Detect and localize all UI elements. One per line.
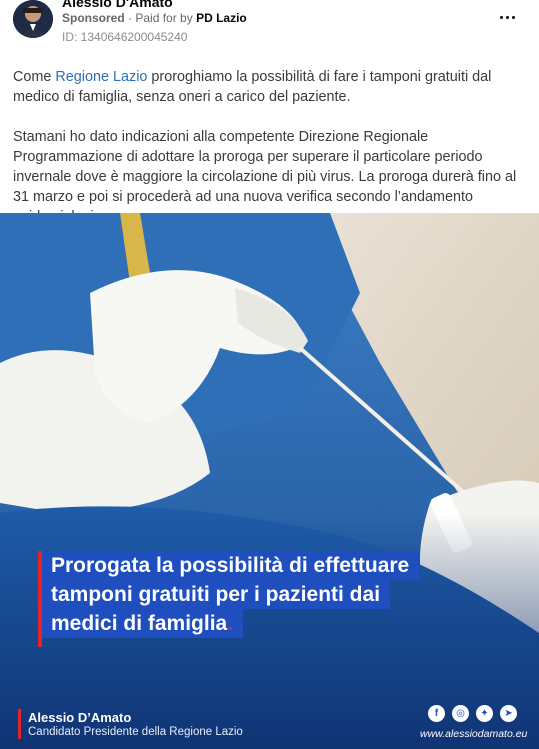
sponsored-label: Sponsored: [62, 11, 125, 25]
footer-accent-bar: [18, 709, 21, 739]
regione-lazio-link[interactable]: Regione Lazio: [55, 69, 147, 85]
creative-footer-name: Alessio D’Amato: [28, 710, 132, 725]
more-dot-icon: [499, 15, 503, 19]
headline-line-1: Prorogata la possibilità di effettuare: [38, 551, 420, 580]
social-icons: f ◎ ✦ ➤: [428, 705, 517, 722]
headline-line-2: tamponi gratuiti per i pazienti dai: [38, 580, 391, 609]
swab-test-photo: [0, 213, 539, 749]
author-name[interactable]: Alessio D'Amato: [62, 0, 173, 10]
website-url: www.alessiodamato.eu: [420, 728, 528, 740]
ad-id: ID: 1340646200045240: [62, 30, 188, 44]
post-paragraph-2: Stamani ho dato indicazioni alla compete…: [13, 129, 517, 225]
author-avatar[interactable]: [13, 0, 53, 38]
post-paragraph-1: Come Regione Lazio proroghiamo la possib…: [13, 69, 492, 105]
paid-for-by-link[interactable]: PD Lazio: [196, 11, 247, 25]
instagram-icon: ◎: [452, 705, 469, 722]
sponsored-post-card: Alessio D'Amato Sponsored · Paid for by …: [0, 0, 539, 749]
ad-creative-image[interactable]: Prorogata la possibilità di effettuare t…: [0, 213, 539, 749]
facebook-icon: f: [428, 705, 445, 722]
meta-separator: ·: [128, 11, 133, 25]
creative-footer-role: Candidato Presidente della Regione Lazio: [28, 726, 243, 738]
creative-headline: Prorogata la possibilità di effettuare t…: [38, 551, 498, 647]
sponsored-meta: Sponsored · Paid for by PD Lazio: [62, 11, 247, 25]
more-options-button[interactable]: [493, 6, 521, 28]
twitter-icon: ✦: [476, 705, 493, 722]
headline-accent-bar: [38, 551, 42, 647]
telegram-icon: ➤: [500, 705, 517, 722]
paid-for-prefix: Paid for by: [135, 11, 193, 25]
headline-line-3: medici di famiglia.: [38, 609, 244, 638]
